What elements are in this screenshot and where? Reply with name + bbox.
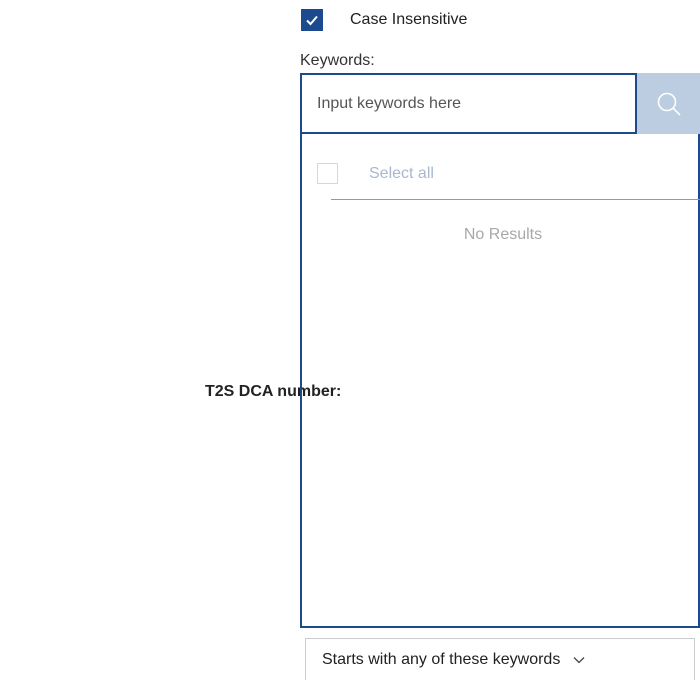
search-button[interactable] xyxy=(637,73,700,134)
keyword-search xyxy=(300,73,700,134)
select-all-label: Select all xyxy=(369,164,434,182)
case-insensitive-checkbox[interactable] xyxy=(301,9,323,31)
results-divider xyxy=(331,199,700,200)
no-results-message: No Results xyxy=(463,226,543,243)
case-insensitive-label: Case Insensitive xyxy=(350,11,468,28)
check-icon xyxy=(306,15,318,26)
keywords-label: Keywords: xyxy=(300,52,375,69)
case-insensitive-option[interactable]: Case Insensitive xyxy=(301,8,467,32)
match-mode-dropdown[interactable]: Starts with any of these keywords xyxy=(305,638,695,680)
select-all-option[interactable]: Select all xyxy=(317,163,434,184)
keywords-input[interactable] xyxy=(300,73,637,134)
chevron-down-icon xyxy=(573,656,585,664)
results-list: Select all No Results xyxy=(300,134,700,628)
match-mode-value: Starts with any of these keywords xyxy=(322,650,561,668)
select-all-checkbox[interactable] xyxy=(317,163,338,184)
search-icon xyxy=(657,92,681,116)
